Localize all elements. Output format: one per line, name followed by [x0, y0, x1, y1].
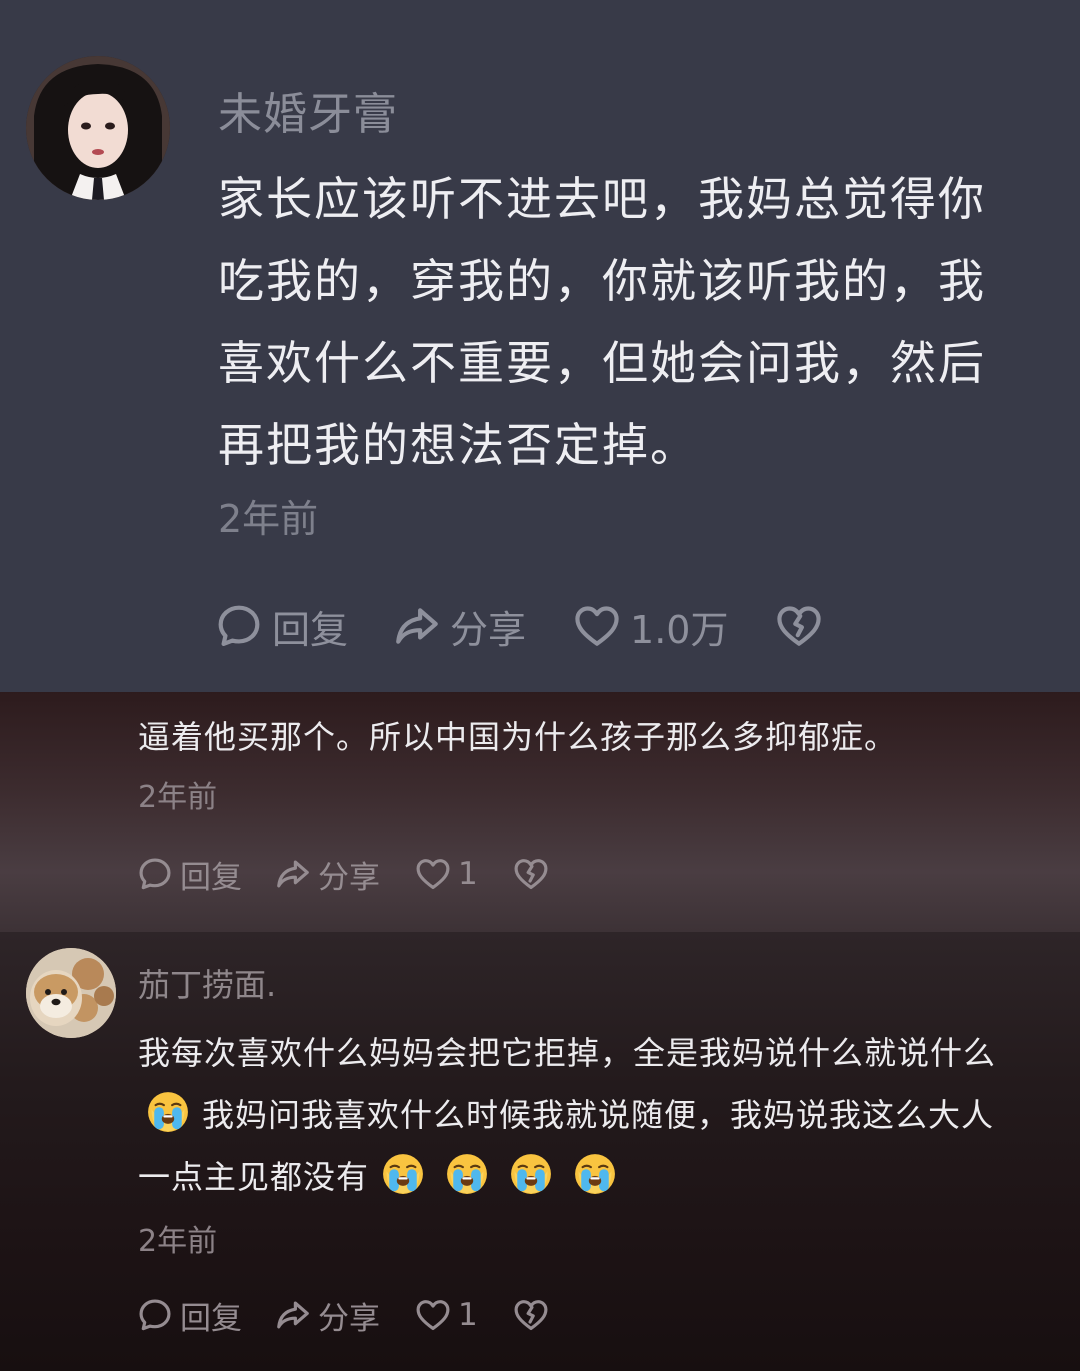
dislike-button[interactable]: [774, 601, 824, 651]
timestamp: 2年前: [138, 1224, 218, 1259]
broken-heart-icon: [512, 855, 550, 893]
reply-button[interactable]: 回复: [214, 599, 348, 654]
reply-button[interactable]: 回复: [136, 852, 242, 897]
like-button[interactable]: 1: [414, 1296, 478, 1334]
username[interactable]: 未婚牙膏: [218, 78, 398, 142]
like-count: 1: [458, 1297, 478, 1333]
comment-line: 吃我的，穿我的，你就该听我的，我: [218, 254, 986, 308]
share-label: 分享: [318, 1300, 380, 1337]
action-bar: 回复 分享 1: [136, 1290, 550, 1340]
dislike-button[interactable]: [512, 1296, 550, 1334]
avatar[interactable]: [26, 56, 170, 200]
comment-line: 我妈问我喜欢什么时候我就说随便，我妈说我这么大人: [138, 1084, 1068, 1146]
share-icon: [274, 1296, 312, 1334]
avatar[interactable]: [26, 948, 116, 1038]
reply-label: 回复: [180, 859, 242, 896]
avatar-dog: [26, 948, 116, 1038]
reply-label: 回复: [272, 607, 349, 652]
loudly-crying-face-icon: [381, 1152, 425, 1196]
action-bar: 回复 分享 1.0万: [214, 596, 824, 656]
heart-icon: [572, 601, 622, 651]
avatar-portrait: [26, 56, 170, 200]
comment-line: 再把我的想法否定掉。: [218, 418, 698, 472]
like-count: 1: [458, 856, 478, 892]
share-button[interactable]: 分享: [274, 852, 380, 897]
heart-icon: [414, 855, 452, 893]
share-button[interactable]: 分享: [274, 1293, 380, 1338]
like-button[interactable]: 1.0万: [572, 599, 728, 654]
like-button[interactable]: 1: [414, 855, 478, 893]
timestamp: 2年前: [138, 780, 218, 815]
comment-line-text: 我妈问我喜欢什么时候我就说随便，我妈说我这么大人: [202, 1096, 995, 1134]
loudly-crying-face-icon: [445, 1152, 489, 1196]
like-count: 1.0万: [630, 607, 729, 652]
share-label: 分享: [450, 607, 527, 652]
share-icon: [274, 855, 312, 893]
action-bar: 回复 分享 1: [136, 849, 550, 899]
loudly-crying-face-icon: [146, 1090, 190, 1134]
reply-button[interactable]: 回复: [136, 1293, 242, 1338]
share-label: 分享: [318, 859, 380, 896]
loudly-crying-face-icon: [573, 1152, 617, 1196]
reply-fragment: 逼着他买那个。所以中国为什么孩子那么多抑郁症。 2年前 回复 分享 1: [0, 692, 1080, 932]
username[interactable]: 茄丁捞面.: [138, 960, 276, 1006]
comment-line: 家长应该听不进去吧，我妈总觉得你: [218, 172, 986, 226]
screenshot-page: 未婚牙膏 家长应该听不进去吧，我妈总觉得你 吃我的，穿我的，你就该听我的，我 喜…: [0, 0, 1080, 1371]
second-comment: 茄丁捞面. 我每次喜欢什么妈妈会把它拒掉，全是我妈说什么就说什么 我妈问我喜欢什…: [0, 932, 1080, 1371]
comment-text: 我每次喜欢什么妈妈会把它拒掉，全是我妈说什么就说什么 我妈问我喜欢什么时候我就说…: [138, 1022, 1068, 1208]
comment-line: 喜欢什么不重要，但她会问我，然后: [218, 336, 986, 390]
share-button[interactable]: 分享: [392, 599, 526, 654]
heart-icon: [414, 1296, 452, 1334]
loudly-crying-face-icon: [509, 1152, 553, 1196]
comment-line: 一点主见都没有: [138, 1146, 1068, 1208]
comment-icon: [136, 855, 174, 893]
reply-label: 回复: [180, 1300, 242, 1337]
comment-icon: [136, 1296, 174, 1334]
top-comment: 未婚牙膏 家长应该听不进去吧，我妈总觉得你 吃我的，穿我的，你就该听我的，我 喜…: [0, 0, 1080, 692]
timestamp: 2年前: [218, 497, 319, 541]
broken-heart-icon: [774, 601, 824, 651]
comment-text: 家长应该听不进去吧，我妈总觉得你 吃我的，穿我的，你就该听我的，我 喜欢什么不重…: [218, 158, 1018, 486]
share-icon: [392, 601, 442, 651]
comment-text: 逼着他买那个。所以中国为什么孩子那么多抑郁症。: [138, 718, 898, 756]
dislike-button[interactable]: [512, 855, 550, 893]
broken-heart-icon: [512, 1296, 550, 1334]
comment-line-text: 一点主见都没有: [138, 1158, 370, 1196]
comment-icon: [214, 601, 264, 651]
comment-line: 我每次喜欢什么妈妈会把它拒掉，全是我妈说什么就说什么: [138, 1034, 997, 1072]
